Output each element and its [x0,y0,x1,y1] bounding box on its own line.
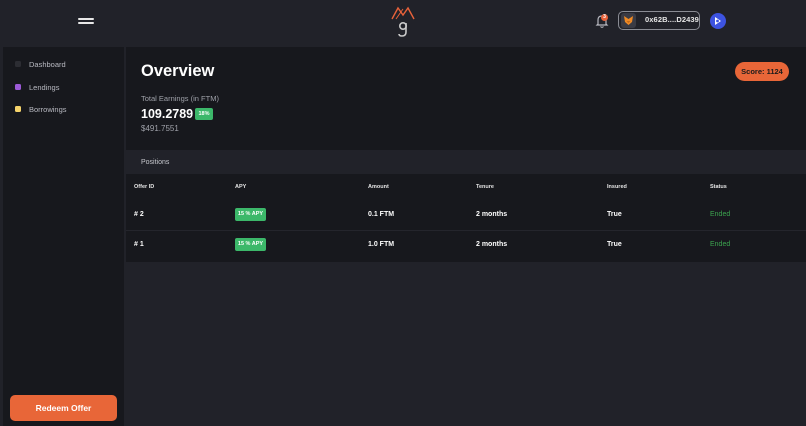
amount-cell: 0.1 FTM [368,211,395,218]
column-header-offer-id: Offer ID [134,184,155,190]
sidebar-item-lendings[interactable]: Lendings [15,80,59,94]
sidebar: Dashboard Lendings Borrowings Redeem Off… [3,47,124,426]
earnings-usd-value: $491.7551 [141,124,179,133]
offer-id-cell: # 1 [134,241,144,248]
offer-id-cell: # 2 [134,211,144,218]
main-content: Overview Score: 1124 Total Earnings (in … [126,47,806,426]
redeem-offer-button[interactable]: Redeem Offer [10,395,117,421]
column-header-insured: Insured [607,184,627,190]
notification-count-badge: 3 [601,14,608,21]
overview-panel: Overview Score: 1124 Total Earnings (in … [126,47,806,150]
menu-icon[interactable] [78,15,96,27]
earnings-percent-badge: 18% [195,108,213,120]
metamask-icon [621,13,636,28]
sidebar-item-borrowings[interactable]: Borrowings [15,102,67,116]
column-header-status: Status [710,184,727,190]
positions-title: Positions [141,159,170,166]
column-header-amount: Amount [368,184,389,190]
lendings-icon [15,84,21,90]
dashboard-icon [15,61,21,67]
insured-cell: True [607,211,622,218]
sidebar-item-label: Lendings [29,82,60,92]
status-cell: Ended [710,241,731,248]
score-badge[interactable]: Score: 1124 [735,62,789,81]
amount-cell: 1.0 FTM [368,241,395,248]
brand-logo [391,6,415,37]
earnings-value: 109.2789 [141,107,194,121]
positions-table: Offer ID APY Amount Tenure Insured Statu… [126,174,806,262]
column-header-apy: APY [235,184,247,190]
tenure-cell: 2 months [476,241,508,248]
page-title: Overview [141,62,215,80]
apy-badge: 15 % APY [235,208,266,221]
earnings-label: Total Earnings (in FTM) [141,94,219,103]
wallet-address: 0x62B....D2439 [645,15,699,24]
profile-avatar-icon[interactable] [710,13,726,29]
top-bar: 3 0x62B....D2439 [0,0,806,44]
sidebar-item-label: Borrowings [29,104,67,114]
tenure-cell: 2 months [476,211,508,218]
apy-badge: 15 % APY [235,238,266,251]
sidebar-item-label: Dashboard [29,59,66,69]
positions-header: Positions [126,150,806,174]
borrowings-icon [15,106,21,112]
status-cell: Ended [710,211,731,218]
column-header-tenure: Tenure [476,184,494,190]
sidebar-item-dashboard[interactable]: Dashboard [15,57,66,71]
table-row[interactable]: # 1 15 % APY 1.0 FTM 2 months True Ended [126,230,806,259]
table-row[interactable]: # 2 15 % APY 0.1 FTM 2 months True Ended [126,201,806,229]
insured-cell: True [607,241,622,248]
wallet-button[interactable]: 0x62B....D2439 [618,11,700,30]
